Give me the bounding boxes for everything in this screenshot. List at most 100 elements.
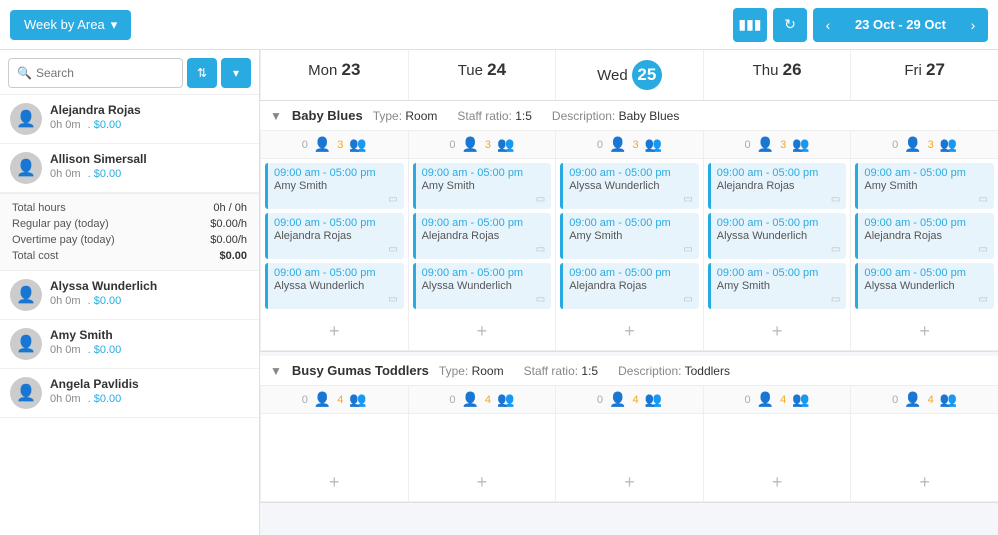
room-staff-ratio-label: Staff ratio: 1:5 (524, 364, 609, 378)
empty-person-icon: 👤 (757, 391, 774, 408)
summary-section: Total hours0h / 0h Regular pay (today)$0… (0, 193, 259, 271)
day-number: 24 (487, 60, 506, 79)
shift-card[interactable]: 09:00 am - 05:00 pm Amy Smith ▭ (413, 163, 552, 209)
shift-card[interactable]: 09:00 am - 05:00 pm Alejandra Rojas ▭ (265, 213, 404, 259)
empty-count: 0 (302, 139, 308, 151)
day-header-mon: Mon 23 (260, 50, 408, 100)
header-right-controls: ▮▮▮ ↻ ‹ 23 Oct - 29 Oct › (733, 8, 988, 42)
shift-camera-icon: ▭ (422, 194, 546, 205)
filled-count: 3 (485, 139, 491, 151)
shift-time: 09:00 am - 05:00 pm (717, 217, 841, 229)
next-week-button[interactable]: › (958, 8, 988, 42)
shift-time: 09:00 am - 05:00 pm (569, 217, 693, 229)
search-input[interactable] (36, 66, 174, 80)
add-shift-button[interactable]: + (260, 464, 408, 501)
shift-staff-name: Amy Smith (864, 180, 988, 192)
empty-count: 0 (892, 139, 898, 151)
shift-camera-icon: ▭ (569, 244, 693, 255)
shift-camera-icon: ▭ (422, 294, 546, 305)
search-input-wrap: 🔍 (8, 58, 183, 88)
empty-count: 0 (597, 394, 603, 406)
filled-person-icon: 👥 (497, 136, 514, 153)
room-header: ▼ Busy Gumas Toddlers Type: Room Staff r… (260, 356, 998, 386)
staff-item[interactable]: 👤 Amy Smith 0h 0m . $0.00 (0, 320, 259, 369)
shift-staff-name: Amy Smith (274, 180, 398, 192)
shift-time: 09:00 am - 05:00 pm (569, 267, 693, 279)
shift-card[interactable]: 09:00 am - 05:00 pm Alyssa Wunderlich ▭ (413, 263, 552, 309)
staff-item[interactable]: 👤 Angela Pavlidis 0h 0m . $0.00 (0, 369, 259, 418)
refresh-button[interactable]: ↻ (773, 8, 807, 42)
room-section: ▼ Busy Gumas Toddlers Type: Room Staff r… (260, 356, 998, 503)
staff-item[interactable]: 👤 Alyssa Wunderlich 0h 0m . $0.00 (0, 271, 259, 320)
shift-time: 09:00 am - 05:00 pm (422, 267, 546, 279)
room-name: Baby Blues (292, 108, 363, 123)
shift-time: 09:00 am - 05:00 pm (717, 167, 841, 179)
shift-card[interactable]: 09:00 am - 05:00 pm Alejandra Rojas ▭ (413, 213, 552, 259)
shift-card[interactable]: 09:00 am - 05:00 pm Amy Smith ▭ (560, 213, 699, 259)
empty-count: 0 (892, 394, 898, 406)
add-shift-button[interactable]: + (408, 464, 556, 501)
filled-person-icon: 👥 (940, 136, 957, 153)
add-shift-button[interactable]: + (850, 464, 998, 501)
shift-staff-name: Amy Smith (569, 230, 693, 242)
add-shift-button[interactable]: + (850, 313, 998, 350)
shift-card[interactable]: 09:00 am - 05:00 pm Amy Smith ▭ (708, 263, 847, 309)
add-shift-button[interactable]: + (408, 313, 556, 350)
sort-button[interactable]: ⇅ (187, 58, 217, 88)
shift-card[interactable]: 09:00 am - 05:00 pm Alejandra Rojas ▭ (560, 263, 699, 309)
empty-person-icon: 👤 (904, 391, 921, 408)
add-shift-button[interactable]: + (703, 464, 851, 501)
empty-count: 0 (745, 139, 751, 151)
filter-button[interactable]: ▾ (221, 58, 251, 88)
shift-card[interactable]: 09:00 am - 05:00 pm Alyssa Wunderlich ▭ (560, 163, 699, 209)
filled-person-icon: 👥 (940, 391, 957, 408)
staff-hours: 0h 0m . $0.00 (50, 393, 249, 405)
empty-count: 0 (449, 394, 455, 406)
date-navigation: ‹ 23 Oct - 29 Oct › (813, 8, 988, 42)
shift-card[interactable]: 09:00 am - 05:00 pm Alejandra Rojas ▭ (708, 163, 847, 209)
shift-card[interactable]: 09:00 am - 05:00 pm Alejandra Rojas ▭ (855, 213, 994, 259)
staff-name: Allison Simersall (50, 152, 249, 166)
shift-time: 09:00 am - 05:00 pm (569, 167, 693, 179)
week-by-area-button[interactable]: Week by Area ▾ (10, 10, 131, 40)
shift-card[interactable]: 09:00 am - 05:00 pm Alyssa Wunderlich ▭ (855, 263, 994, 309)
day-number: 26 (783, 60, 802, 79)
shift-card[interactable]: 09:00 am - 05:00 pm Alyssa Wunderlich ▭ (265, 263, 404, 309)
staff-hours: 0h 0m . $0.00 (50, 295, 249, 307)
ratio-cell: 0 👤 4 👥 (260, 386, 408, 413)
shift-staff-name: Alyssa Wunderlich (864, 280, 988, 292)
add-shift-button[interactable]: + (555, 464, 703, 501)
ratio-cell: 0 👤 4 👥 (850, 386, 998, 413)
shift-card[interactable]: 09:00 am - 05:00 pm Amy Smith ▭ (265, 163, 404, 209)
shift-camera-icon: ▭ (274, 244, 398, 255)
shift-time: 09:00 am - 05:00 pm (864, 167, 988, 179)
shift-camera-icon: ▭ (569, 194, 693, 205)
staff-hours: 0h 0m . $0.00 (50, 119, 249, 131)
add-shift-button[interactable]: + (555, 313, 703, 350)
shift-card[interactable]: 09:00 am - 05:00 pm Alyssa Wunderlich ▭ (708, 213, 847, 259)
staff-list: 👤 Alejandra Rojas 0h 0m . $0.00 👤 Alliso… (0, 95, 259, 535)
day-header-thu: Thu 26 (703, 50, 851, 100)
shift-staff-name: Amy Smith (717, 280, 841, 292)
shift-camera-icon: ▭ (864, 194, 988, 205)
add-shift-button[interactable]: + (703, 313, 851, 350)
staff-item[interactable]: 👤 Allison Simersall 0h 0m . $0.00 (0, 144, 259, 193)
staff-item[interactable]: 👤 Alejandra Rojas 0h 0m . $0.00 (0, 95, 259, 144)
shift-time: 09:00 am - 05:00 pm (274, 167, 398, 179)
filled-person-icon: 👥 (792, 136, 809, 153)
chart-button[interactable]: ▮▮▮ (733, 8, 767, 42)
shift-time: 09:00 am - 05:00 pm (864, 217, 988, 229)
empty-person-icon: 👤 (461, 391, 478, 408)
collapse-chevron[interactable]: ▼ (270, 364, 282, 378)
total-hours-value: 0h / 0h (213, 202, 247, 214)
shift-card[interactable]: 09:00 am - 05:00 pm Amy Smith ▭ (855, 163, 994, 209)
filled-person-icon: 👥 (349, 391, 366, 408)
shifts-column (260, 414, 408, 464)
day-number: 27 (926, 60, 945, 79)
prev-week-button[interactable]: ‹ (813, 8, 843, 42)
app-header: Week by Area ▾ ▮▮▮ ↻ ‹ 23 Oct - 29 Oct › (0, 0, 998, 50)
collapse-chevron[interactable]: ▼ (270, 109, 282, 123)
add-shift-button[interactable]: + (260, 313, 408, 350)
shifts-column (408, 414, 556, 464)
room-description-label: Description: Baby Blues (552, 109, 689, 123)
